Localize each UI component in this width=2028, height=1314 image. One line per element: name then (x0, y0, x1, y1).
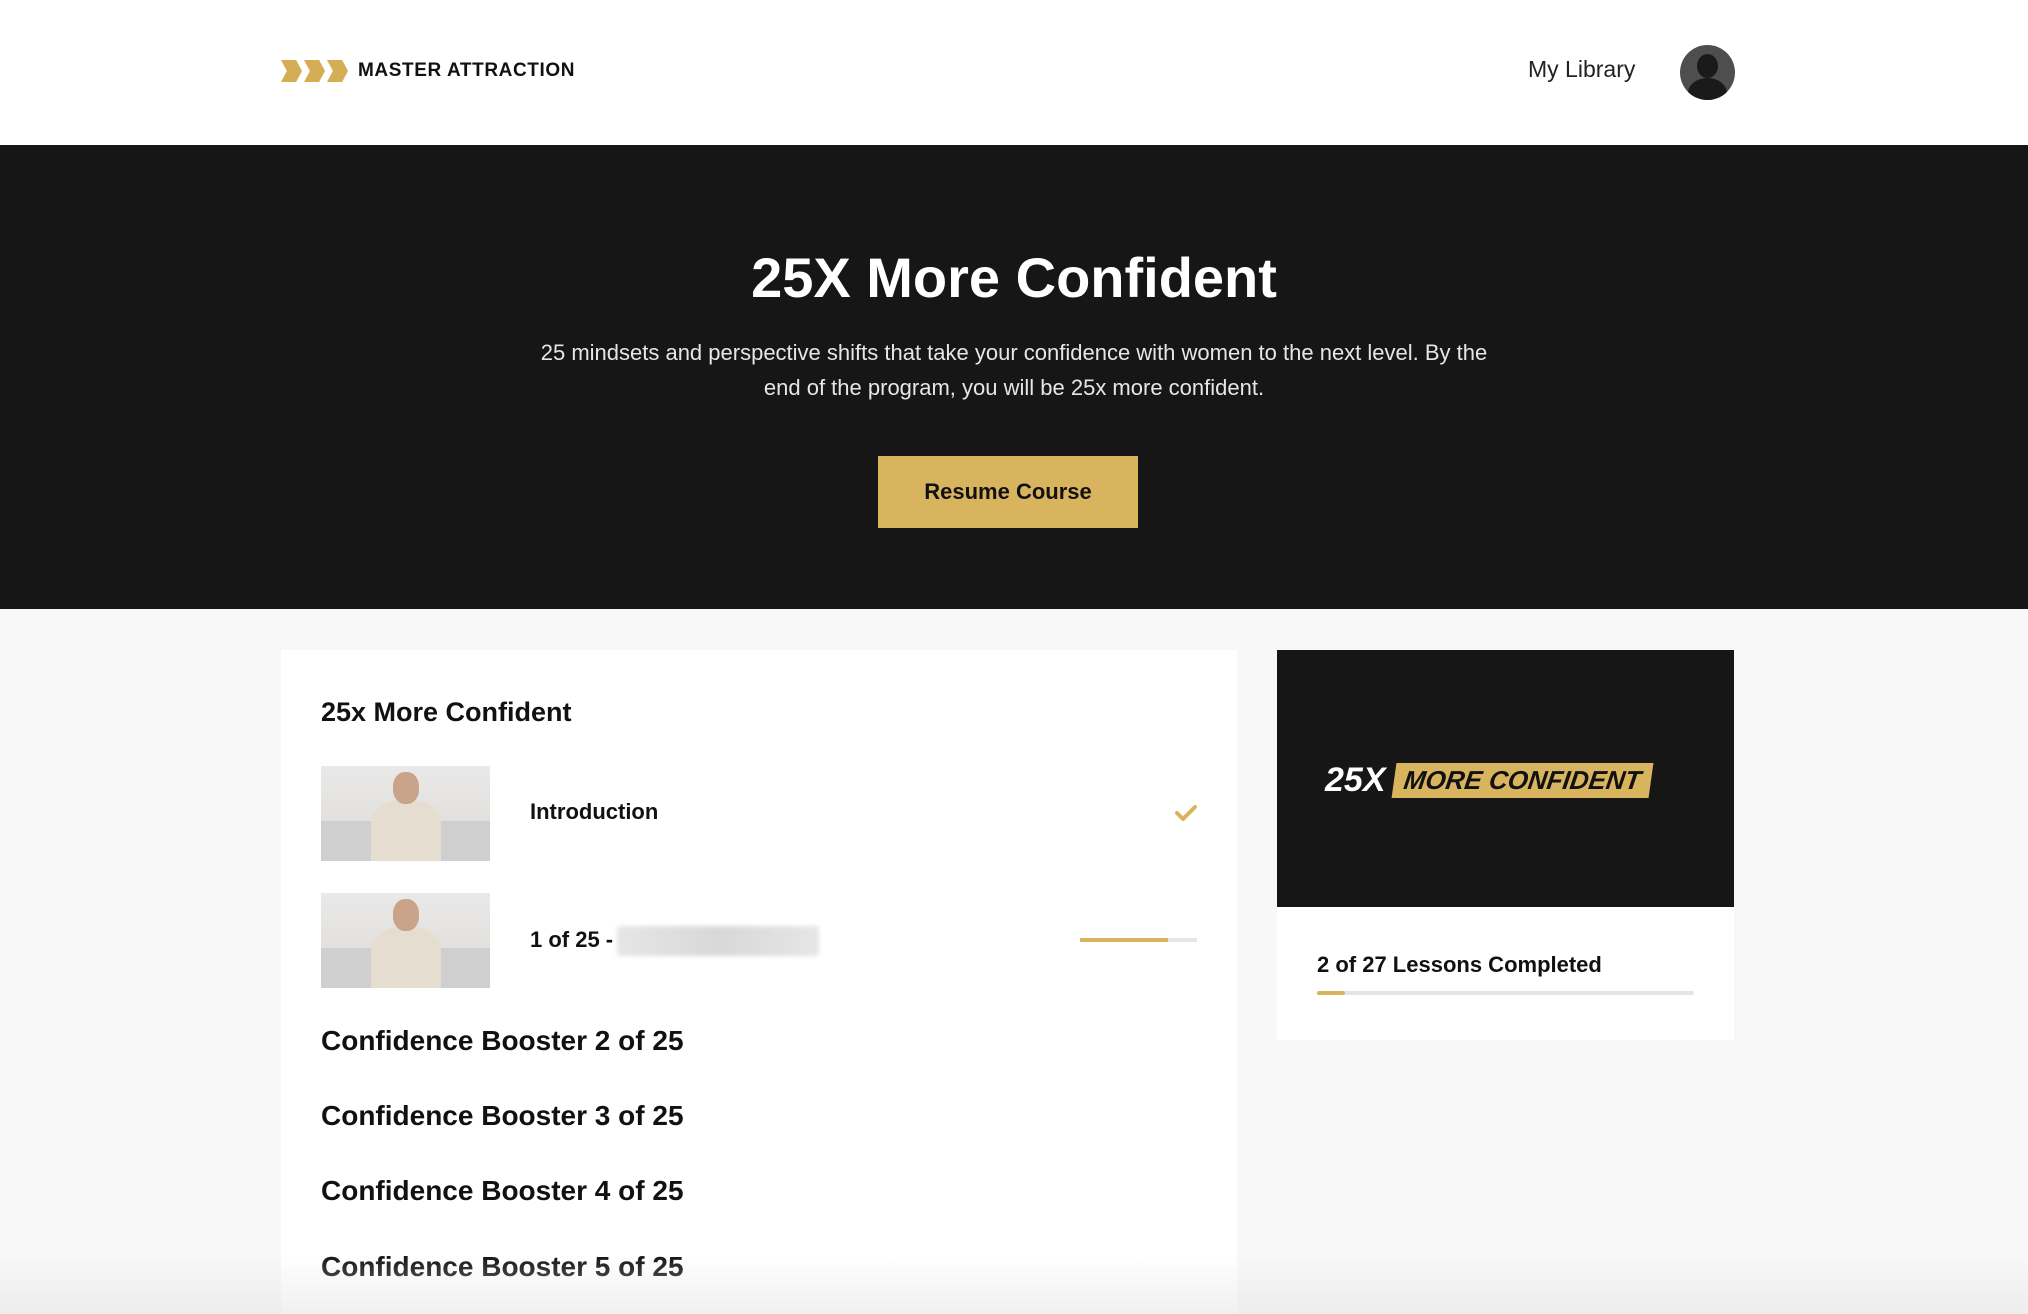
my-library-link[interactable]: My Library (1528, 56, 1635, 83)
course-banner-logo: 25X MORE CONFIDENT (1325, 761, 1653, 800)
course-title: 25X More Confident (751, 246, 1277, 309)
lesson-introduction[interactable]: Introduction (321, 766, 1197, 861)
triple-chevron-icon (281, 60, 350, 82)
blurred-lesson-title (617, 926, 820, 956)
course-hero: 25X More Confident 25 mindsets and persp… (0, 145, 2028, 609)
course-progress-bar (1317, 991, 1694, 995)
course-content-card: 25x More Confident Introduction 1 of 25 … (281, 650, 1237, 1314)
course-banner: 25X MORE CONFIDENT (1277, 650, 1734, 907)
resume-course-button[interactable]: Resume Course (878, 456, 1138, 528)
user-avatar-icon[interactable] (1680, 45, 1735, 100)
section-confidence-booster-5[interactable]: Confidence Booster 5 of 25 (321, 1251, 684, 1283)
course-progress-card: 25X MORE CONFIDENT 2 of 27 Lessons Compl… (1277, 650, 1734, 1040)
check-icon (1175, 805, 1197, 821)
lessons-completed-label: 2 of 27 Lessons Completed (1317, 952, 1602, 977)
top-navigation-bar: MASTER ATTRACTION My Library (0, 0, 2028, 145)
section-confidence-booster-2[interactable]: Confidence Booster 2 of 25 (321, 1025, 684, 1057)
banner-tag-text: MORE CONFIDENT (1391, 763, 1653, 798)
course-section-title: 25x More Confident (321, 697, 572, 727)
lesson-progress-bar (1080, 938, 1197, 942)
lesson-thumbnail (321, 893, 490, 988)
lesson-thumbnail (321, 766, 490, 861)
master-attraction-logo[interactable]: MASTER ATTRACTION (281, 58, 575, 84)
lesson-name: Introduction (530, 799, 659, 824)
section-confidence-booster-4[interactable]: Confidence Booster 4 of 25 (321, 1175, 684, 1207)
lesson-1-of-25[interactable]: 1 of 25 - (321, 893, 1197, 988)
course-progress-fill (1317, 991, 1345, 995)
banner-25x-text: 25X (1325, 761, 1386, 799)
logo-text: MASTER ATTRACTION (358, 60, 576, 81)
course-description: 25 mindsets and perspective shifts that … (540, 340, 1488, 400)
lesson-progress-fill (1080, 938, 1168, 942)
section-confidence-booster-3[interactable]: Confidence Booster 3 of 25 (321, 1100, 684, 1132)
lesson-name: 1 of 25 - (530, 926, 820, 956)
